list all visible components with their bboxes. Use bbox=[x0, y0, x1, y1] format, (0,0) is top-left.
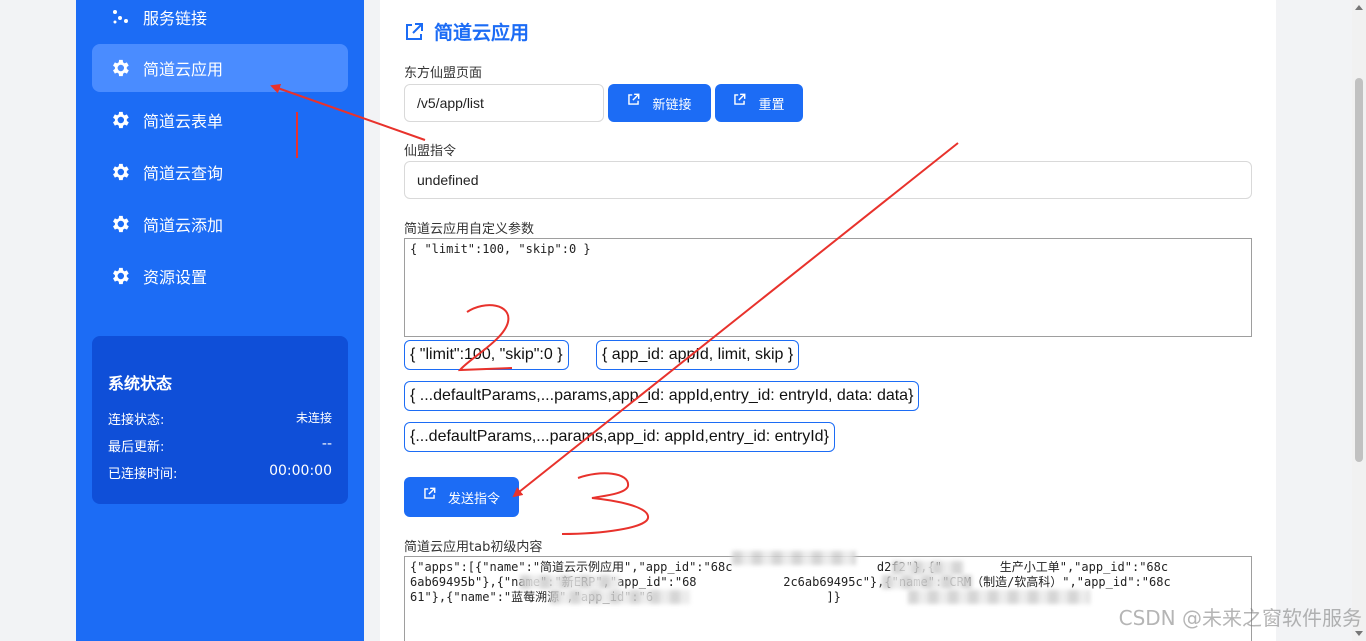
external-link-icon bbox=[733, 93, 746, 106]
gear-icon bbox=[108, 160, 132, 184]
status-row-connection: 连接状态: 未连接 bbox=[108, 409, 332, 428]
status-title: 系统状态 bbox=[108, 374, 173, 393]
new-link-button[interactable]: 新链接 bbox=[608, 84, 711, 122]
status-value: 未连接 bbox=[295, 411, 332, 425]
sidebar-item-label: 简道云添加 bbox=[143, 216, 224, 235]
status-row-connected-time: 已连接时间: 00:00:00 bbox=[108, 463, 332, 482]
result-label: 简道云应用tab初级内容 bbox=[404, 540, 543, 555]
redaction-blur bbox=[550, 590, 690, 604]
status-row-last-update: 最后更新: -- bbox=[108, 436, 332, 455]
external-link-icon bbox=[423, 487, 436, 500]
sidebar-item-label: 简道云查询 bbox=[143, 164, 224, 183]
dots-icon bbox=[108, 5, 132, 29]
page-path-input[interactable]: /v5/app/list bbox=[404, 84, 604, 122]
sidebar-item-jdy-add[interactable]: 简道云添加 bbox=[92, 200, 348, 248]
scroll-down-arrow[interactable] bbox=[1355, 631, 1363, 636]
sidebar-item-label: 服务链接 bbox=[143, 9, 208, 28]
status-value: 00:00:00 bbox=[269, 463, 332, 479]
page-title-text: 简道云应用 bbox=[434, 22, 530, 44]
params-preset-chip[interactable]: { ...defaultParams,...params,app_id: app… bbox=[404, 381, 920, 411]
sidebar-item-label: 简道云表单 bbox=[143, 112, 224, 131]
new-link-label: 新链接 bbox=[652, 97, 692, 113]
external-link-icon bbox=[627, 93, 640, 106]
gear-icon bbox=[108, 264, 132, 288]
gear-icon bbox=[108, 108, 132, 132]
status-key: 已连接时间: bbox=[108, 467, 178, 482]
system-status-card: 系统状态 连接状态: 未连接 最后更新: -- 已连接时间: 00:00:00 bbox=[92, 336, 348, 504]
sidebar: 服务链接 简道云应用 简道云表单 简道云查询 简道云添加 资源设置 系统状态 连… bbox=[76, 0, 364, 641]
params-textarea[interactable]: { "limit":100, "skip":0 } bbox=[404, 238, 1252, 337]
redaction-blur bbox=[520, 575, 620, 589]
send-command-button[interactable]: 发送指令 bbox=[404, 477, 519, 517]
redaction-blur bbox=[732, 551, 856, 565]
sidebar-item-jdy-form[interactable]: 简道云表单 bbox=[92, 96, 348, 144]
page-title: 简道云应用 bbox=[404, 18, 529, 45]
status-key: 最后更新: bbox=[108, 440, 165, 455]
sidebar-item-label: 简道云应用 bbox=[143, 60, 224, 79]
page-scrollbar[interactable] bbox=[1352, 0, 1366, 641]
reset-label: 重置 bbox=[758, 97, 785, 113]
command-label: 仙盟指令 bbox=[404, 144, 457, 159]
redaction-blur bbox=[892, 561, 964, 575]
sidebar-item-resource-settings[interactable]: 资源设置 bbox=[92, 252, 348, 300]
app-page: 服务链接 简道云应用 简道云表单 简道云查询 简道云添加 资源设置 系统状态 连… bbox=[0, 0, 1366, 641]
send-command-label: 发送指令 bbox=[447, 491, 500, 507]
redaction-blur bbox=[908, 590, 1090, 604]
reset-button[interactable]: 重置 bbox=[715, 84, 803, 122]
external-link-icon bbox=[404, 22, 424, 42]
sidebar-item-jdy-query[interactable]: 简道云查询 bbox=[92, 148, 348, 196]
status-key: 连接状态: bbox=[108, 413, 165, 428]
params-preset-chip[interactable]: { "limit":100, "skip":0 } bbox=[404, 340, 569, 370]
gear-icon bbox=[108, 212, 132, 236]
sidebar-item-jdy-app[interactable]: 简道云应用 bbox=[92, 44, 348, 92]
status-value: -- bbox=[321, 436, 332, 452]
redaction-blur bbox=[882, 575, 972, 589]
params-preset-chip[interactable]: { app_id: appId, limit, skip } bbox=[596, 340, 800, 370]
gear-icon bbox=[108, 56, 132, 80]
scroll-up-arrow[interactable] bbox=[1355, 5, 1363, 10]
page-label: 东方仙盟页面 bbox=[404, 66, 483, 81]
csdn-watermark: CSDN @未来之窗软件服务 bbox=[1118, 606, 1362, 630]
sidebar-item-label: 资源设置 bbox=[143, 268, 208, 287]
sidebar-item-service-links[interactable]: 服务链接 bbox=[92, 0, 348, 41]
params-label: 简道云应用自定义参数 bbox=[404, 222, 535, 237]
command-input[interactable]: undefined bbox=[404, 161, 1252, 199]
main-panel: 简道云应用 东方仙盟页面 /v5/app/list 新链接 重置 仙盟指令 un… bbox=[380, 0, 1276, 641]
scroll-thumb[interactable] bbox=[1355, 78, 1363, 462]
params-preset-chip[interactable]: {...defaultParams,...params,app_id: appI… bbox=[404, 422, 835, 452]
